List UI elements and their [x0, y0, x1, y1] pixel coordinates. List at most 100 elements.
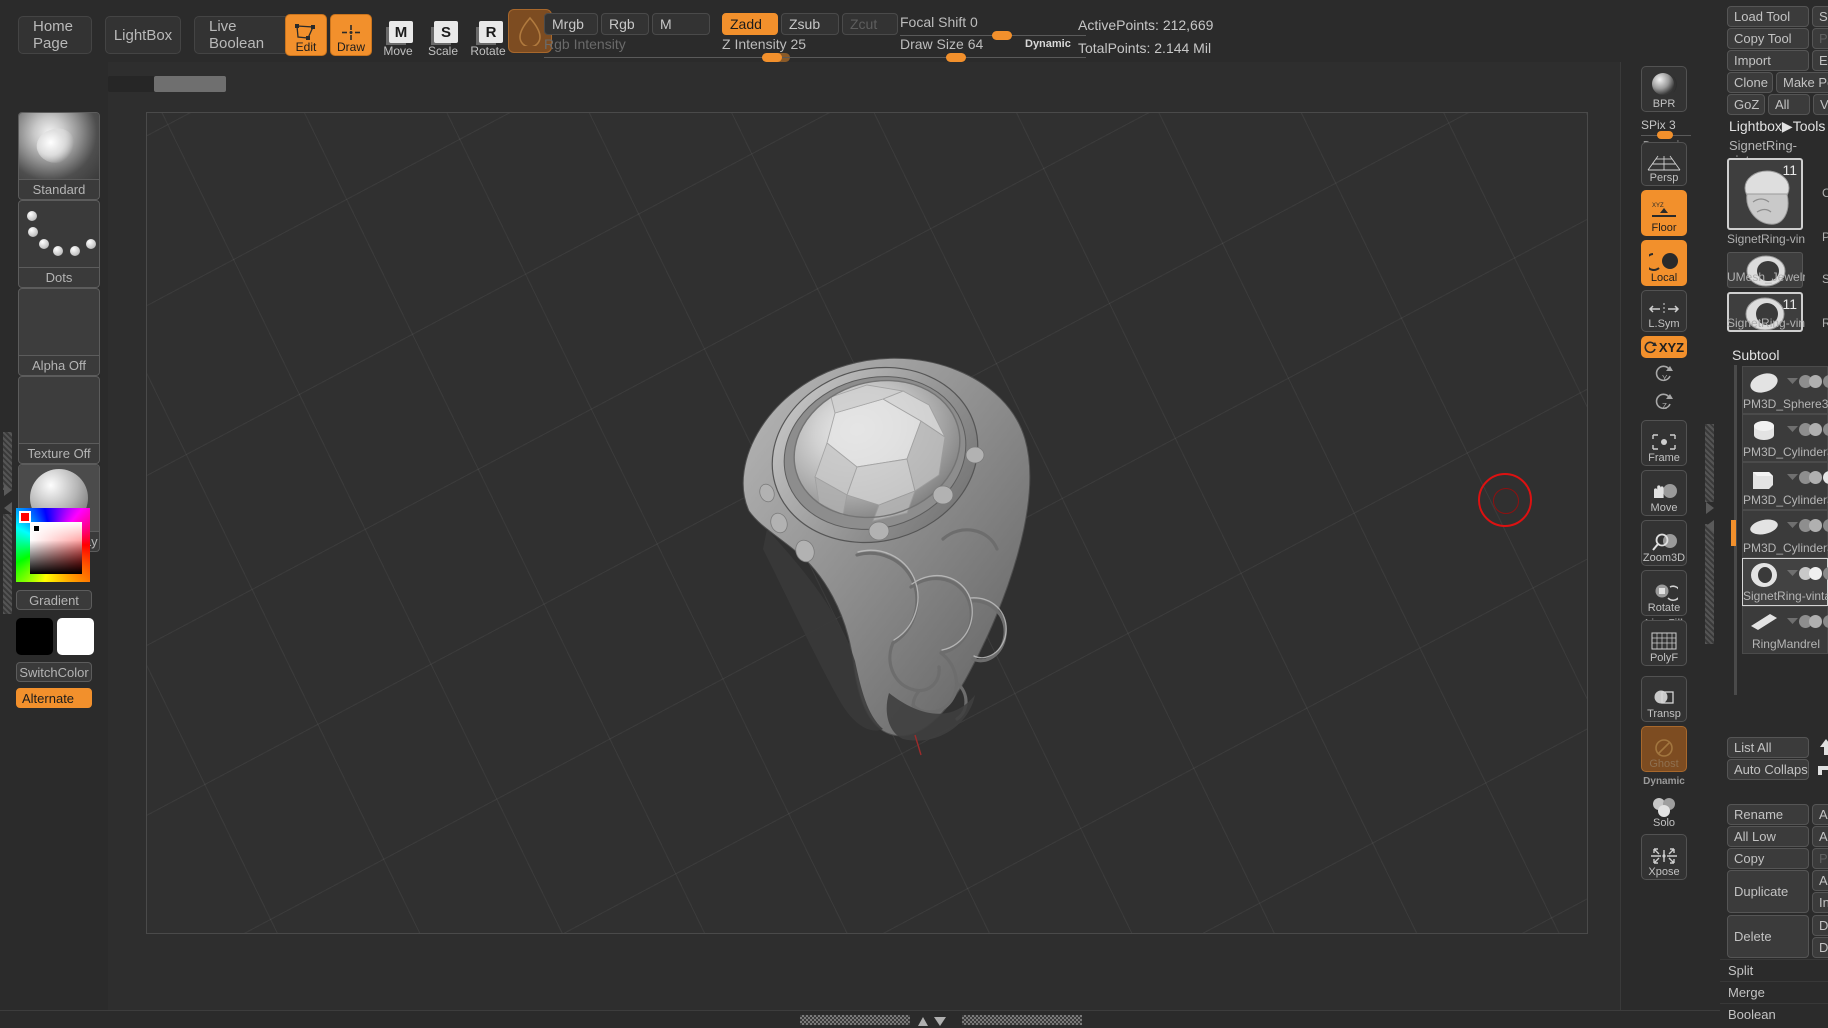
move-button[interactable]: M Move — [377, 14, 419, 58]
copy-tool-button[interactable]: Copy Tool — [1727, 28, 1809, 49]
right-tray-grip-upper[interactable] — [1705, 424, 1714, 502]
texture-selector[interactable]: Texture Off — [18, 376, 100, 464]
scale-button[interactable]: S Scale — [422, 14, 464, 58]
floor-button[interactable]: XYZ Floor — [1641, 190, 1687, 236]
stroke-selector[interactable]: Dots — [18, 200, 100, 288]
rotate-z-button[interactable]: Z — [1641, 392, 1687, 412]
main-color-swatch[interactable] — [16, 618, 53, 655]
polyf-button[interactable]: PolyF — [1641, 620, 1687, 666]
subtool-half-5[interactable] — [1823, 615, 1828, 628]
menu-lightbox[interactable]: LightBox — [105, 16, 181, 54]
insert-button[interactable]: Insert — [1812, 892, 1828, 913]
canvas-area[interactable] — [108, 62, 1620, 1010]
ghost-button[interactable]: Ghost — [1641, 726, 1687, 772]
goz-button[interactable]: GoZ — [1727, 94, 1765, 115]
rotate-view-button[interactable]: Rotate — [1641, 570, 1687, 616]
del-all-button[interactable]: Del All — [1812, 937, 1828, 958]
move-view-button[interactable]: Move — [1641, 470, 1687, 516]
zcut-button[interactable]: Zcut — [842, 13, 898, 35]
status-arrows[interactable] — [916, 1015, 960, 1027]
clone-button[interactable]: Clone — [1727, 72, 1773, 93]
copy-subtool-button[interactable]: Copy — [1727, 848, 1809, 869]
chevron-down-icon[interactable] — [1787, 473, 1798, 481]
subtool-row-4[interactable]: SignetRing-vintage — [1742, 558, 1828, 606]
xpose-button[interactable]: Xpose — [1641, 834, 1687, 880]
subtool-vis-1[interactable] — [1809, 423, 1822, 436]
rotate-y-button[interactable]: Y — [1641, 364, 1687, 384]
tool-cylinder3d-label[interactable]: Cylinder3D — [1822, 186, 1828, 200]
tool-signetring-1[interactable]: 11 — [1727, 158, 1803, 230]
signet-ring-model[interactable] — [707, 343, 1077, 763]
chevron-down-icon[interactable] — [1787, 569, 1798, 577]
move-up-icon[interactable] — [1816, 737, 1828, 757]
right-tray-arrows[interactable] — [1703, 500, 1715, 540]
zoom3d-button[interactable]: Zoom3D — [1641, 520, 1687, 566]
subtool-vis-5[interactable] — [1809, 615, 1822, 628]
bpr-button[interactable]: BPR — [1641, 66, 1687, 112]
zsub-button[interactable]: Zsub — [781, 13, 839, 35]
tool-simplebrush-label[interactable]: SimpleBrush — [1822, 272, 1828, 286]
delete-button[interactable]: Delete — [1727, 915, 1809, 958]
left-tray-arrows[interactable] — [1, 482, 13, 522]
goz-all-button[interactable]: All — [1768, 94, 1810, 115]
texture-thumb[interactable] — [18, 376, 100, 444]
frame-button[interactable]: Frame — [1641, 420, 1687, 466]
rename-button[interactable]: Rename — [1727, 804, 1809, 825]
switchcolor-button[interactable]: SwitchColor — [16, 662, 92, 682]
solo-button[interactable]: Solo — [1641, 788, 1687, 830]
goz-visible-button[interactable]: Visible — [1813, 94, 1828, 115]
subtool-vis-3[interactable] — [1809, 519, 1822, 532]
import-button[interactable]: Import — [1727, 50, 1809, 71]
chevron-down-icon[interactable] — [1787, 521, 1798, 529]
persp-button[interactable]: Persp — [1641, 142, 1687, 186]
tool-ringmandrel-label[interactable]: RingMandrel — [1822, 316, 1828, 330]
alpha-thumb[interactable] — [18, 288, 100, 356]
xyz-button[interactable]: XYZ — [1641, 336, 1687, 358]
gradient-button[interactable]: Gradient — [16, 590, 92, 610]
lsym-button[interactable]: L.Sym — [1641, 290, 1687, 332]
autoreorder-button[interactable]: AutoReorder — [1812, 804, 1828, 825]
subtool-row-1[interactable]: PM3D_Cylinder3D — [1742, 414, 1828, 462]
auto-collapse-button[interactable]: Auto Collapse — [1727, 759, 1809, 780]
all-high-button[interactable]: All High — [1812, 826, 1828, 847]
zadd-button[interactable]: Zadd — [722, 13, 778, 35]
subtool-vis-4[interactable] — [1809, 567, 1822, 580]
edit-button[interactable]: Edit — [285, 14, 327, 56]
m-button[interactable]: M — [652, 13, 710, 35]
chevron-down-icon[interactable] — [1787, 617, 1798, 625]
merge-row[interactable]: Merge — [1720, 981, 1828, 1003]
mrgb-button[interactable]: Mrgb — [544, 13, 598, 35]
document-scroll-tab[interactable] — [108, 76, 226, 92]
move-right-icon[interactable] — [1816, 759, 1828, 779]
del-other-button[interactable]: Del Other — [1812, 915, 1828, 936]
subtool-half-0[interactable] — [1823, 375, 1828, 388]
load-tool-button[interactable]: Load Tool — [1727, 6, 1809, 27]
stroke-thumb[interactable] — [18, 200, 100, 268]
append-button[interactable]: Append — [1812, 870, 1828, 891]
draw-button[interactable]: Draw — [330, 14, 372, 56]
remesh-row[interactable]: Remesh — [1720, 1022, 1828, 1028]
make-polymesh3d-button[interactable]: Make PolyMesh3D — [1776, 72, 1828, 93]
save-as-button[interactable]: Save As — [1812, 6, 1828, 27]
menu-live-boolean[interactable]: Live Boolean — [194, 16, 290, 54]
local-button[interactable]: Local — [1641, 240, 1687, 286]
alternate-button[interactable]: Alternate — [16, 688, 92, 708]
paste-tool-button[interactable]: Paste Tool — [1812, 28, 1828, 49]
viewport[interactable] — [146, 112, 1588, 934]
secondary-color-swatch[interactable] — [57, 618, 94, 655]
right-tray-grip-lower[interactable] — [1705, 524, 1714, 644]
menu-home-page[interactable]: Home Page — [18, 16, 92, 54]
all-low-button[interactable]: All Low — [1727, 826, 1809, 847]
subtool-row-0[interactable]: PM3D_Sphere3D — [1742, 366, 1828, 414]
duplicate-button[interactable]: Duplicate — [1727, 870, 1809, 913]
subtool-row-2[interactable]: PM3D_Cylinder3D_1 — [1742, 462, 1828, 510]
document-scroll-thumb[interactable] — [154, 76, 226, 92]
status-grip-right[interactable] — [962, 1015, 1082, 1025]
subtool-half-1[interactable] — [1823, 423, 1828, 436]
lightbox-tools-breadcrumb[interactable]: Lightbox▶Tools — [1729, 118, 1825, 135]
transp-button[interactable]: Transp — [1641, 676, 1687, 722]
subtool-half-2[interactable] — [1823, 471, 1828, 484]
rotate-button[interactable]: R Rotate — [467, 14, 509, 58]
subtool-vis-2[interactable] — [1809, 471, 1822, 484]
subtool-row-3[interactable]: PM3D_Cylinder3D_2 — [1742, 510, 1828, 558]
